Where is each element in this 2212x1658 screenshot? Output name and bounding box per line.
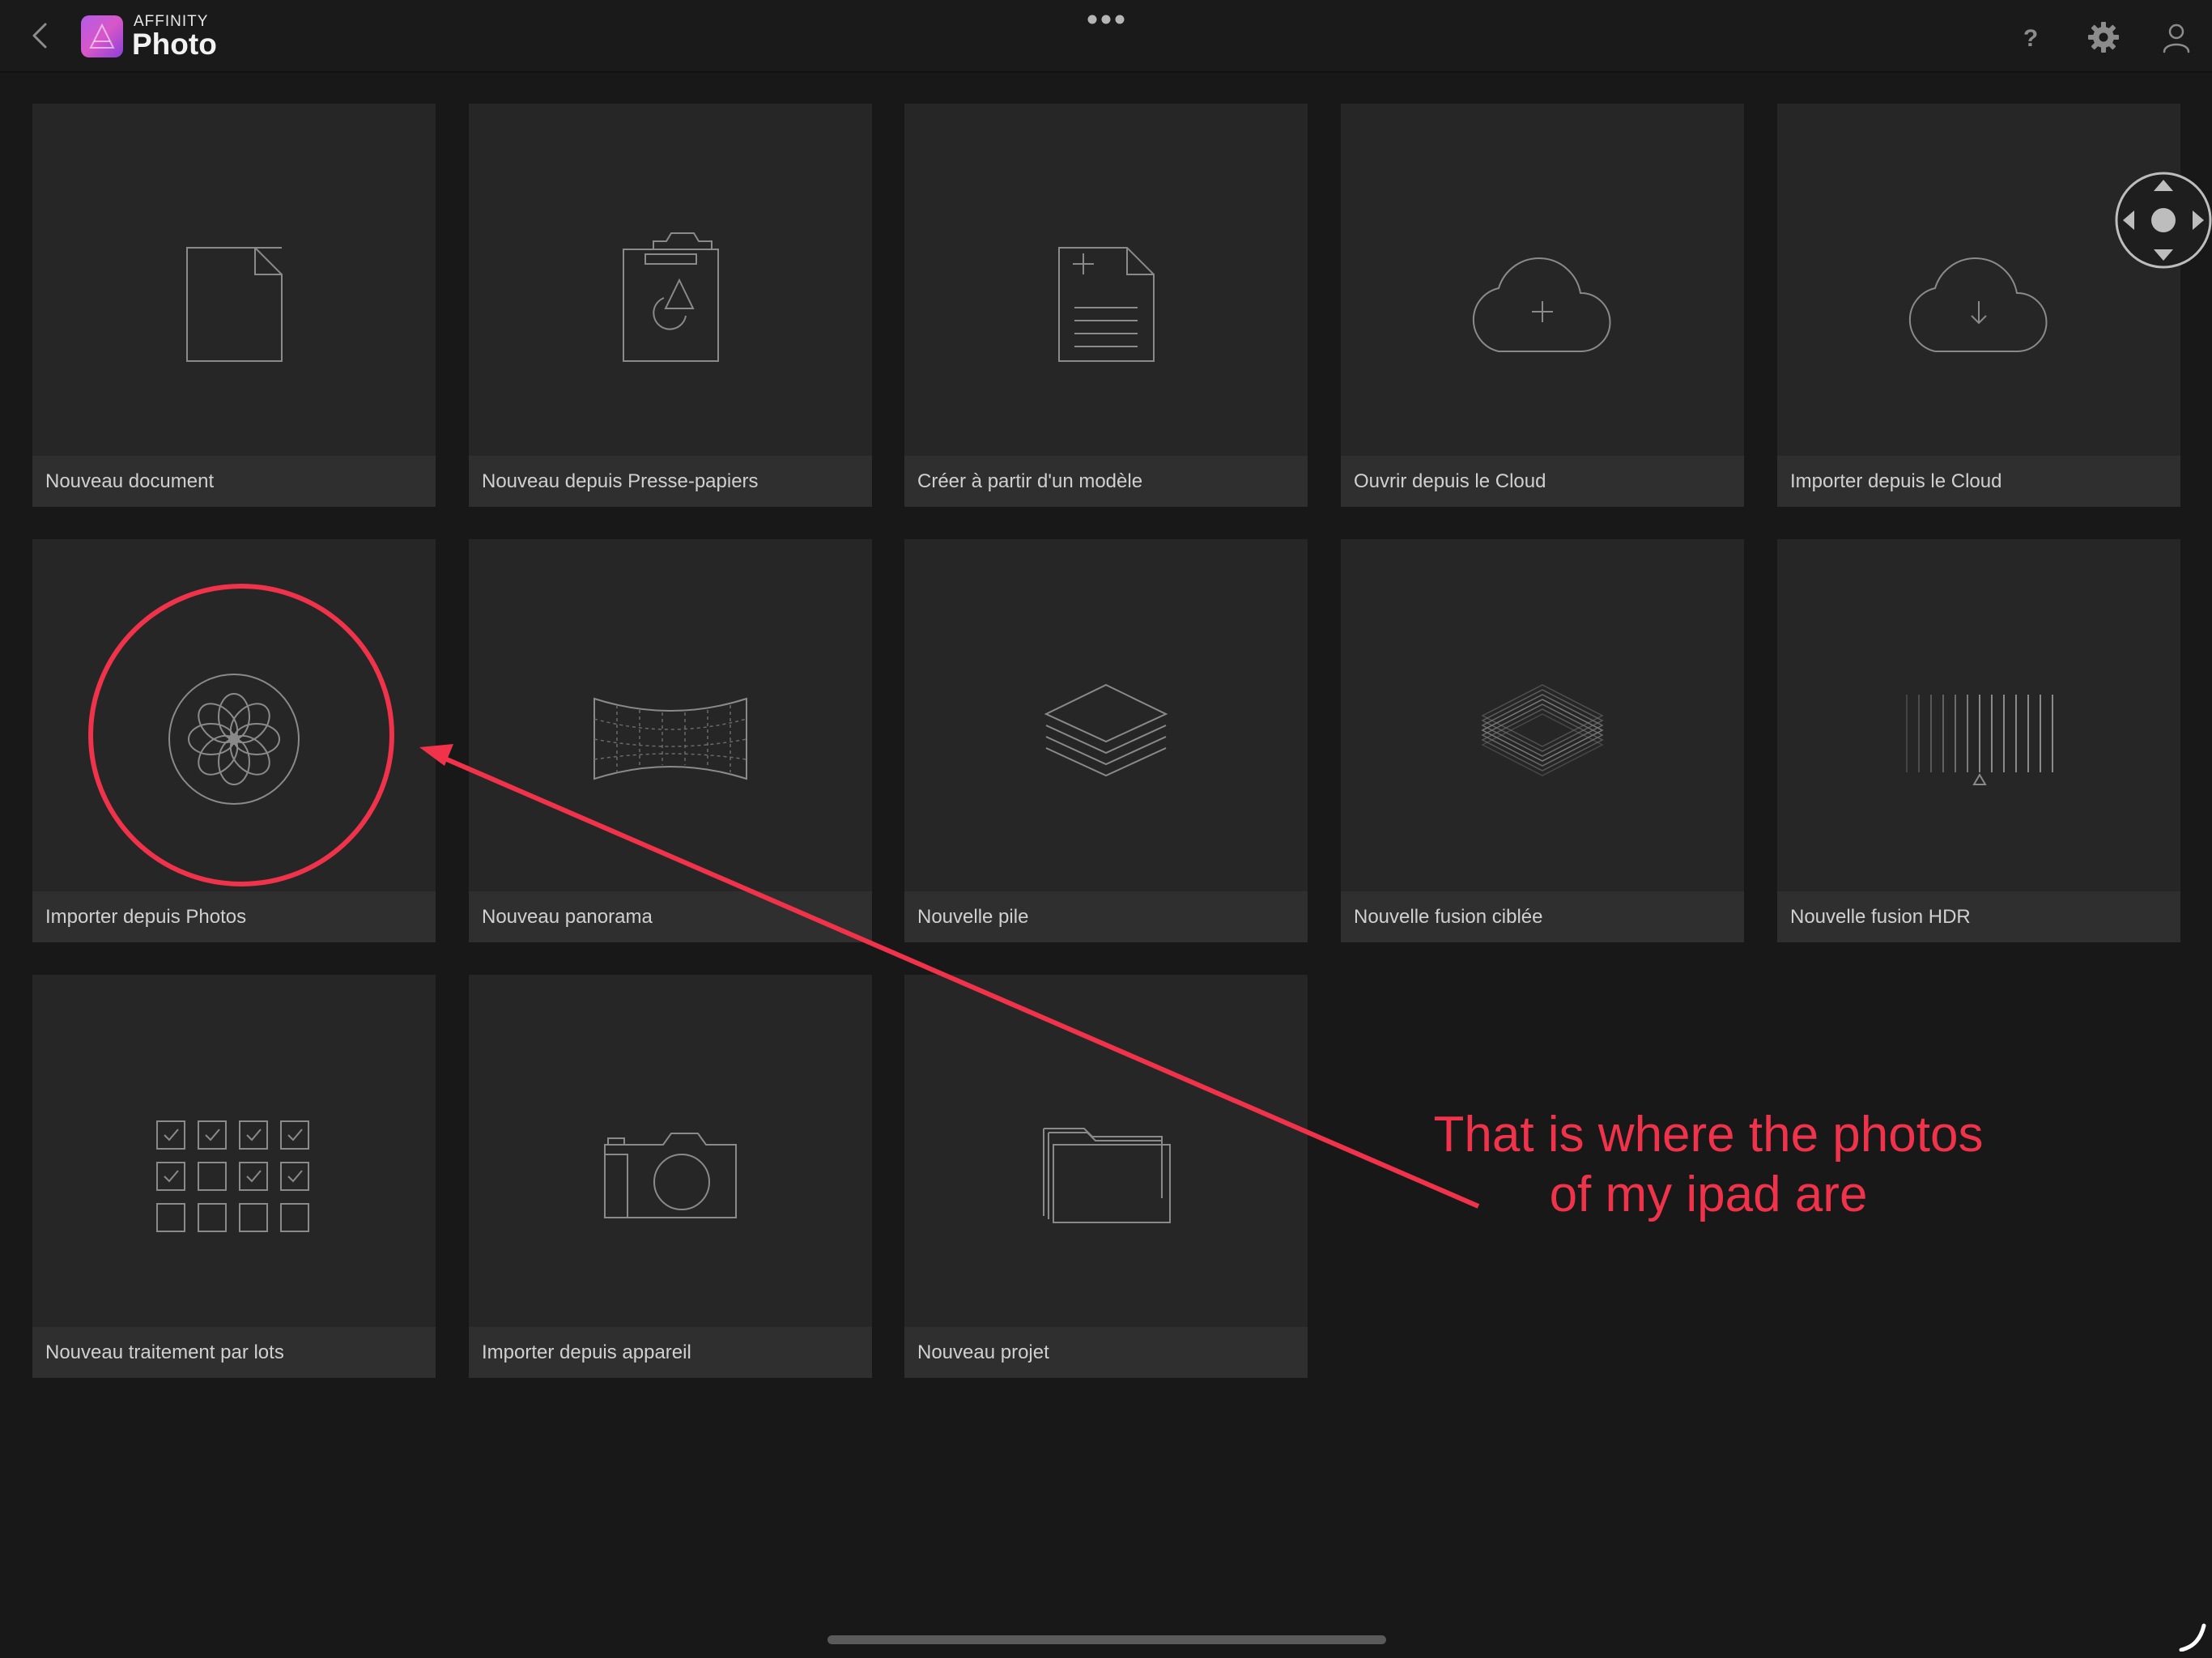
tile-label: Importer depuis le Cloud <box>1790 470 2002 492</box>
more-dots-icon[interactable] <box>1085 11 1127 28</box>
affinity-photo-logo-icon <box>81 15 123 57</box>
document-icon <box>186 247 283 362</box>
user-icon[interactable] <box>2157 18 2196 57</box>
annotation-line-1: That is where the photos <box>1433 1107 1984 1163</box>
top-bar: AFFINITY Photo ? <box>0 0 2212 73</box>
tile-new-project[interactable]: Nouveau projet <box>904 975 1308 1378</box>
tile-import-from-cloud[interactable]: Importer depuis le Cloud <box>1777 104 2180 507</box>
home-indicator[interactable] <box>827 1635 1386 1644</box>
gear-icon[interactable] <box>2084 18 2123 57</box>
tile-label: Nouveau projet <box>917 1341 1049 1363</box>
cloud-download-icon <box>1908 257 2048 352</box>
tile-label: Nouvelle fusion HDR <box>1790 906 1971 928</box>
annotation-line-2: of my ipad are <box>1549 1167 1868 1222</box>
annotation-text: That is where the photos of my ipad are <box>1344 1105 2073 1225</box>
tile-open-from-cloud[interactable]: Ouvrir depuis le Cloud <box>1341 104 1744 507</box>
svg-text:?: ? <box>2023 25 2038 52</box>
tile-label: Nouvelle pile <box>917 906 1029 928</box>
brand-photo-text: Photo <box>132 28 217 61</box>
folder-icon <box>1043 1128 1171 1223</box>
tile-new-document[interactable]: Nouveau document <box>32 104 436 507</box>
tile-label: Nouveau panorama <box>482 906 653 928</box>
tile-import-from-device[interactable]: Importer depuis appareil <box>469 975 872 1378</box>
back-chevron-icon[interactable] <box>23 18 58 53</box>
hdr-merge-icon <box>1906 695 2053 785</box>
clipboard-icon <box>623 232 719 362</box>
tile-label: Nouveau depuis Presse-papiers <box>482 470 759 492</box>
tile-new-hdr-merge[interactable]: Nouvelle fusion HDR <box>1777 539 2180 942</box>
tile-label: Nouveau document <box>45 470 215 492</box>
batch-checkbox-icon <box>156 1120 309 1232</box>
tile-new-panorama[interactable]: Nouveau panorama <box>469 539 872 942</box>
tile-new-focus-merge[interactable]: Nouvelle fusion ciblée <box>1341 539 1744 942</box>
panorama-icon <box>593 697 747 780</box>
joystick-control-icon[interactable] <box>2115 172 2212 269</box>
pencil-hover-icon <box>2179 1623 2206 1652</box>
tile-import-from-photos[interactable]: Importer depuis Photos <box>32 539 436 942</box>
tile-new-stack[interactable]: Nouvelle pile <box>904 539 1308 942</box>
tile-new-batch-job[interactable]: Nouveau traitement par lots <box>32 975 436 1378</box>
tile-label: Importer depuis Photos <box>45 906 247 928</box>
tile-label: Nouvelle fusion ciblée <box>1354 906 1543 928</box>
tile-new-from-clipboard[interactable]: Nouveau depuis Presse-papiers <box>469 104 872 507</box>
tile-label: Ouvrir depuis le Cloud <box>1354 470 1546 492</box>
photos-flower-icon <box>168 674 300 805</box>
tile-label: Nouveau traitement par lots <box>45 1341 284 1363</box>
help-icon[interactable]: ? <box>2011 18 2050 57</box>
focus-merge-icon <box>1481 684 1604 776</box>
tile-label: Importer depuis appareil <box>482 1341 691 1363</box>
tile-label: Créer à partir d'un modèle <box>917 470 1143 492</box>
cloud-plus-icon <box>1472 257 1611 352</box>
camera-icon <box>604 1133 737 1218</box>
template-icon <box>1058 247 1155 362</box>
layer-stack-icon <box>1044 683 1168 777</box>
tile-create-from-template[interactable]: Créer à partir d'un modèle <box>904 104 1308 507</box>
